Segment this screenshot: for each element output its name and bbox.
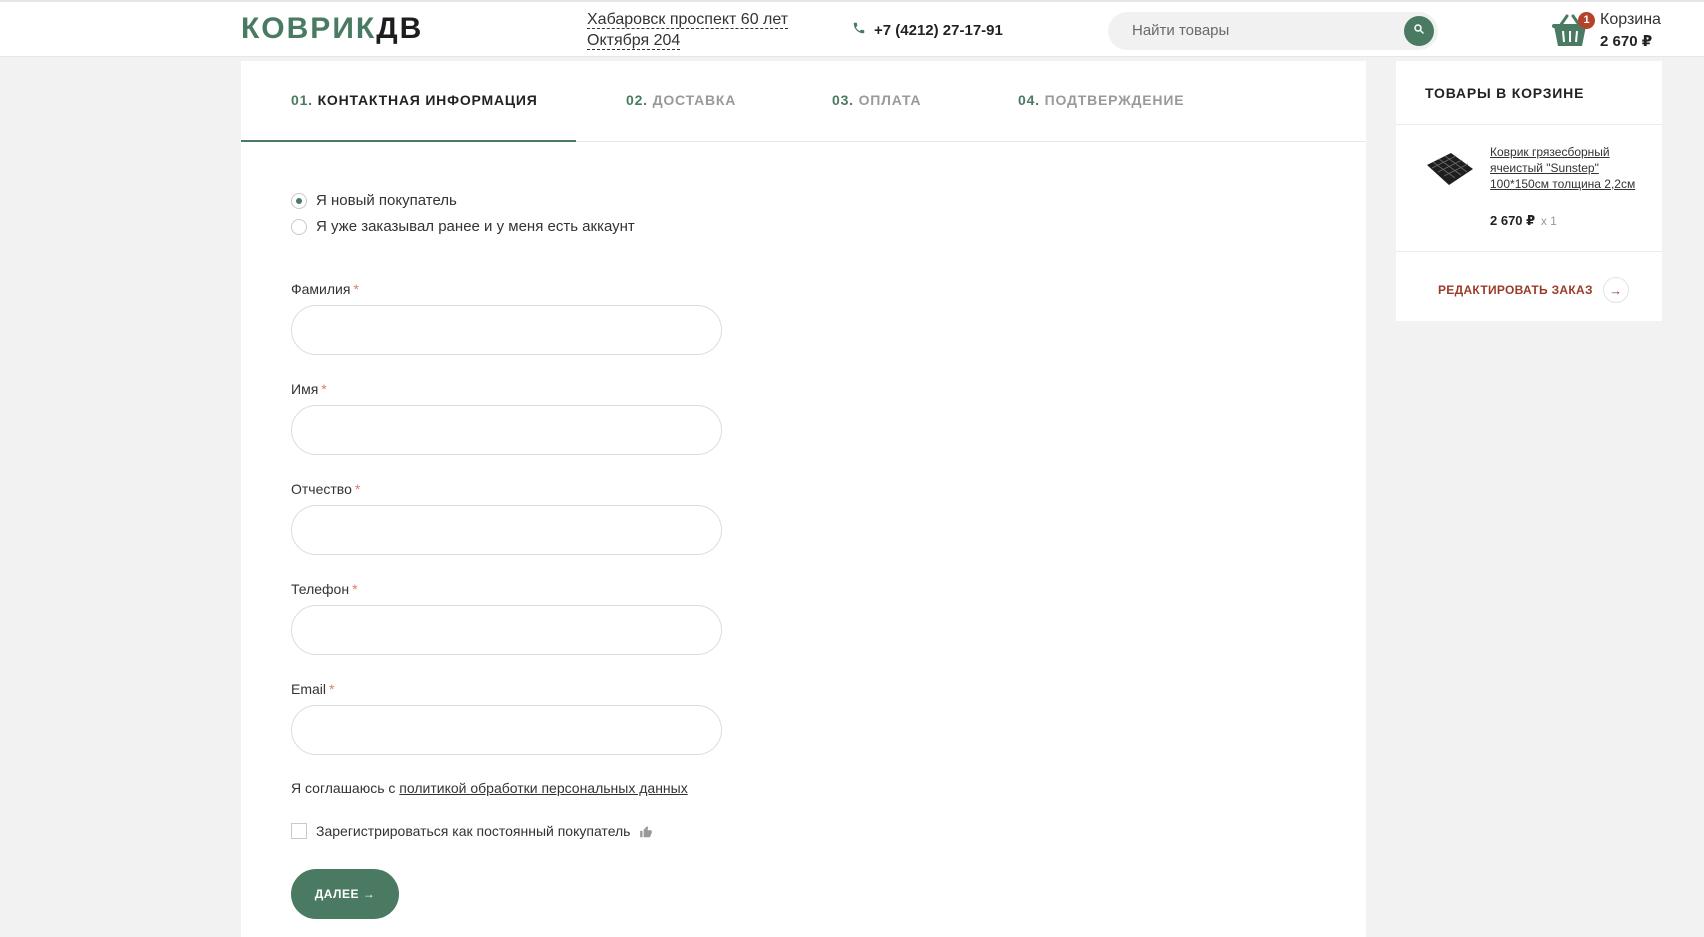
divider [1396, 124, 1662, 125]
privacy-agreement: Я соглашаюсь с политикой обработки персо… [291, 780, 688, 796]
middle-name-field[interactable] [291, 505, 722, 555]
edit-order-label: РЕДАКТИРОВАТЬ ЗАКАЗ [1438, 283, 1593, 297]
middle-name-label: Отчество * [291, 481, 360, 497]
phone-field[interactable] [291, 605, 722, 655]
email-label: Email * [291, 681, 334, 697]
phone-label: Телефон * [291, 581, 358, 597]
required-mark: * [321, 381, 327, 397]
register-option[interactable]: Зарегистрироваться как постоянный покупа… [291, 823, 653, 840]
radio-button[interactable] [291, 218, 307, 235]
step-label: КОНТАКТНАЯ ИНФОРМАЦИЯ [317, 92, 538, 108]
step-number: 02. [626, 92, 648, 108]
radio-label: Я новый покупатель [316, 192, 457, 209]
store-address-text: Хабаровск проспект 60 лет Октября 204 [587, 11, 789, 50]
thumbs-up-icon [639, 823, 653, 839]
label-text: Фамилия [291, 281, 351, 297]
product-name-link[interactable]: Коврик грязесборный ячеистый "Sunstep" 1… [1490, 144, 1640, 192]
register-checkbox[interactable] [291, 823, 307, 840]
search-input[interactable] [1132, 22, 1392, 39]
step-number: 04. [1018, 92, 1040, 108]
first-name-label: Имя * [291, 381, 327, 397]
label-text: Имя [291, 381, 319, 397]
agreement-prefix: Я соглашаюсь с [291, 780, 400, 796]
phone-number: +7 (4212) 27-17-91 [874, 21, 1003, 39]
required-mark: * [353, 281, 359, 297]
checkout-panel: 01. КОНТАКТНАЯ ИНФОРМАЦИЯ 02. ДОСТАВКА 0… [241, 61, 1366, 937]
register-label: Зарегистрироваться как постоянный покупа… [316, 823, 631, 840]
logo-secondary: ДВ [376, 12, 424, 45]
active-step-indicator [241, 140, 576, 142]
store-address[interactable]: Хабаровск проспект 60 лет Октября 204 [587, 9, 797, 51]
edit-order-link[interactable]: РЕДАКТИРОВАТЬ ЗАКАЗ → [1438, 277, 1629, 303]
radio-new-customer[interactable]: Я новый покупатель [291, 192, 457, 209]
last-name-field[interactable] [291, 305, 722, 355]
search-icon [1413, 22, 1425, 40]
price-value: 2 670 ₽ [1490, 213, 1536, 228]
privacy-policy-link[interactable]: политикой обработки персональных данных [399, 780, 687, 796]
cart-total: 2 670 ₽ [1600, 33, 1653, 50]
search-box [1108, 12, 1438, 50]
header-phone[interactable]: +7 (4212) 27-17-91 [852, 21, 1003, 39]
search-button[interactable] [1404, 16, 1434, 46]
last-name-label: Фамилия * [291, 281, 359, 297]
cart-summary: ТОВАРЫ В КОРЗИНЕ Коврик грязесборный яче… [1396, 61, 1662, 321]
step-number: 03. [832, 92, 854, 108]
first-name-field[interactable] [291, 405, 722, 455]
arrow-right-icon: → [1602, 277, 1629, 303]
logo[interactable]: КОВРИКДВ [241, 12, 423, 46]
label-text: Email [291, 681, 327, 697]
cart-label: Корзина [1600, 11, 1661, 28]
radio-button[interactable] [291, 192, 307, 209]
divider [1396, 251, 1662, 252]
cart-count-badge: 1 [1578, 12, 1595, 29]
phone-icon [852, 21, 866, 39]
step-label: ОПЛАТА [858, 92, 922, 108]
step-contact-info[interactable]: 01. КОНТАКТНАЯ ИНФОРМАЦИЯ [291, 92, 538, 108]
required-mark: * [354, 481, 361, 497]
step-number: 01. [291, 92, 313, 108]
step-label: ПОДТВЕРЖДЕНИЕ [1044, 92, 1185, 108]
product-image-icon[interactable] [1425, 151, 1475, 187]
product-price: 2 670 ₽ x 1 [1490, 213, 1557, 229]
radio-existing-customer[interactable]: Я уже заказывал ранее и у меня есть акка… [291, 218, 635, 235]
cart-summary-title: ТОВАРЫ В КОРЗИНЕ [1425, 85, 1585, 101]
step-label: ДОСТАВКА [652, 92, 737, 108]
header-cart[interactable]: 1 Корзина 2 670 ₽ [1550, 10, 1700, 52]
logo-primary: КОВРИК [241, 12, 377, 45]
label-text: Отчество [291, 481, 352, 497]
step-delivery[interactable]: 02. ДОСТАВКА [626, 92, 736, 108]
required-mark: * [352, 581, 358, 597]
required-mark: * [329, 681, 335, 697]
step-confirmation[interactable]: 04. ПОДТВЕРЖДЕНИЕ [1018, 92, 1184, 108]
site-header: КОВРИКДВ Хабаровск проспект 60 лет Октяб… [0, 0, 1704, 57]
step-payment[interactable]: 03. ОПЛАТА [832, 92, 921, 108]
label-text: Телефон [291, 581, 350, 597]
product-quantity: x 1 [1540, 214, 1557, 228]
checkout-steps: 01. КОНТАКТНАЯ ИНФОРМАЦИЯ 02. ДОСТАВКА 0… [241, 61, 1366, 142]
next-button[interactable]: ДАЛЕЕ → [291, 869, 399, 919]
radio-label: Я уже заказывал ранее и у меня есть акка… [316, 218, 635, 235]
email-field[interactable] [291, 705, 722, 755]
